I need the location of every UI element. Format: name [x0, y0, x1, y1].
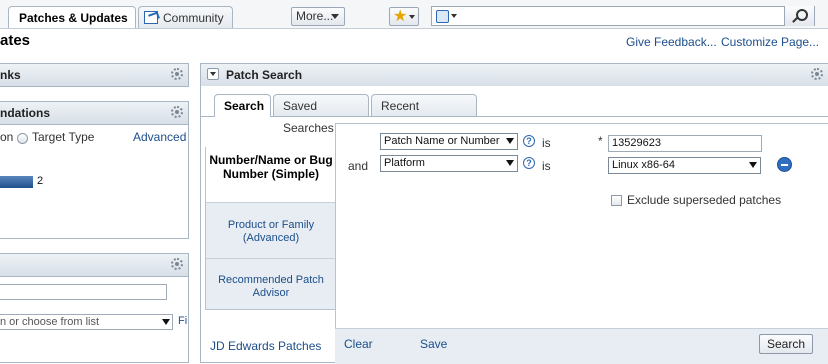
customize-page-link[interactable]: Customize Page... — [721, 35, 819, 49]
bar-count-label: 2 — [37, 175, 44, 187]
field-select-1[interactable]: Patch Name or Number — [380, 133, 518, 150]
magnifier-icon — [796, 9, 808, 21]
gear-icon[interactable] — [171, 106, 183, 118]
chevron-down-icon — [506, 138, 514, 144]
operator-label-2: is — [542, 159, 551, 173]
links-panel-title: nks — [0, 68, 21, 82]
clear-button[interactable]: Clear — [344, 337, 373, 351]
help-icon[interactable]: ? — [523, 135, 535, 147]
tab-community[interactable]: Community — [138, 6, 233, 28]
remove-row-button[interactable] — [777, 157, 792, 172]
chevron-down-icon[interactable] — [162, 319, 170, 325]
conjunction-label: and — [348, 159, 369, 173]
tab-patches-updates[interactable]: Patches & Updates — [8, 6, 136, 28]
field-select-2-value: Platform — [384, 157, 425, 169]
chevron-down-icon — [331, 14, 339, 19]
operator-label-1: is — [542, 136, 551, 150]
jd-edwards-patches-link[interactable]: JD Edwards Patches — [210, 339, 321, 353]
choose-combo-input[interactable]: n or choose from list — [0, 314, 173, 330]
favorites-button[interactable]: ★ — [389, 7, 419, 26]
search-scope-icon[interactable] — [436, 10, 449, 23]
required-marker: * — [598, 134, 603, 148]
patch-search-header: Patch Search — [201, 64, 828, 87]
tab-saved-searches[interactable]: Saved Searches — [273, 94, 369, 135]
global-search-button[interactable] — [784, 6, 814, 26]
give-feedback-link[interactable]: Give Feedback... — [626, 35, 717, 49]
patch-search-title: Patch Search — [226, 68, 303, 82]
platform-select[interactable]: Linux x86-64 — [608, 157, 761, 174]
platform-select-value: Linux x86-64 — [612, 159, 675, 171]
nav-patch-advisor[interactable]: Recommended Patch Advisor — [206, 258, 336, 311]
chevron-down-icon — [409, 15, 415, 19]
tab-patches-label: Patches & Updates — [19, 11, 128, 25]
recommendations-panel-title: ndations — [0, 106, 50, 120]
links-panel-header: nks — [0, 64, 188, 87]
global-search-input[interactable] — [462, 8, 784, 26]
recommendations-panel: ndations on Target Type Advanced 2 — [0, 101, 189, 239]
gear-icon[interactable] — [171, 68, 183, 80]
links-panel: nks — [0, 63, 189, 87]
recommendations-panel-header: ndations — [0, 102, 188, 125]
collapse-toggle-icon[interactable] — [207, 68, 219, 80]
top-tab-bar: Patches & Updates Community More... ★ — [0, 0, 828, 29]
search-type-nav: Number/Name or Bug Number (Simple) Produ… — [205, 136, 336, 311]
exclude-superseded-checkbox[interactable] — [611, 195, 622, 206]
text-input[interactable] — [0, 284, 167, 300]
gear-icon[interactable] — [811, 68, 823, 80]
third-panel-header — [0, 254, 188, 277]
tab-community-label: Community — [163, 11, 224, 25]
patch-number-input[interactable]: 13529623 — [608, 135, 762, 152]
chevron-down-icon — [749, 162, 757, 168]
third-panel: n or choose from list Fi — [0, 253, 189, 363]
nav-product-family[interactable]: Product or Family (Advanced) — [206, 202, 336, 259]
field-select-2[interactable]: Platform — [380, 155, 518, 172]
tab-search[interactable]: Search — [214, 94, 271, 117]
target-type-label: Target Type — [32, 130, 95, 144]
search-button[interactable]: Search — [759, 334, 813, 354]
page-title: ates — [0, 32, 31, 49]
patch-number-value: 13529623 — [612, 137, 661, 149]
radio-option-label: on — [0, 130, 14, 144]
chevron-down-icon — [506, 160, 514, 166]
combo-placeholder: n or choose from list — [0, 316, 100, 328]
search-action-bar: Clear Save Search — [335, 328, 828, 364]
global-search-box — [431, 6, 815, 26]
advanced-link[interactable]: Advanced — [133, 130, 186, 144]
more-label: More... — [296, 9, 334, 23]
gear-icon[interactable] — [171, 258, 183, 270]
patch-search-tabs: Search Saved Searches Recent Searches — [201, 86, 828, 135]
target-type-radio[interactable] — [17, 133, 28, 144]
patch-search-panel: Patch Search Search Saved Searches Recen… — [200, 63, 828, 364]
bar-chart-bar — [0, 176, 33, 188]
star-icon: ★ — [393, 8, 408, 25]
save-button[interactable]: Save — [420, 337, 447, 351]
chevron-down-icon[interactable] — [451, 14, 457, 18]
tab-recent-searches[interactable]: Recent Searches — [371, 94, 477, 135]
nav-simple-search[interactable]: Number/Name or Bug Number (Simple) — [206, 136, 336, 202]
external-link-icon — [144, 11, 158, 24]
find-link[interactable]: Fi — [178, 315, 187, 327]
exclude-superseded-label: Exclude superseded patches — [627, 193, 782, 207]
field-select-1-value: Patch Name or Number — [384, 135, 500, 147]
help-icon[interactable]: ? — [523, 157, 535, 169]
search-criteria-form: Patch Name or Number ? is * 13529623 and… — [335, 123, 828, 329]
more-menu-button[interactable]: More... — [291, 7, 345, 26]
